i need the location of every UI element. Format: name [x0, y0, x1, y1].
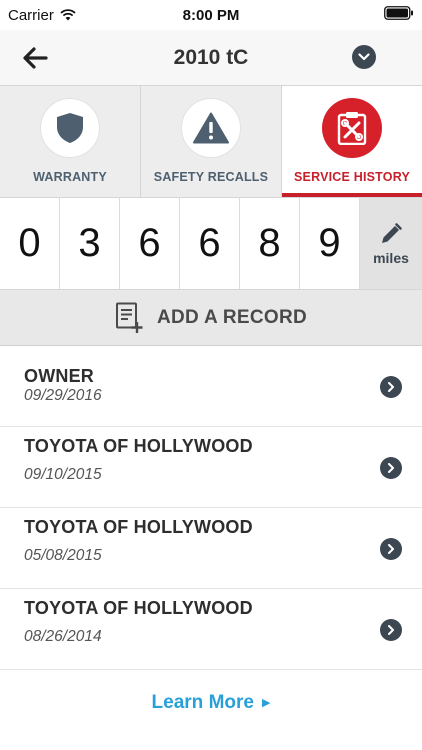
- carrier-group: Carrier: [8, 7, 76, 24]
- caret-right-icon: ▶: [261, 697, 271, 709]
- list-item[interactable]: OWNER 09/29/2016: [0, 346, 422, 427]
- chevron-right-icon[interactable]: [380, 457, 402, 479]
- tab-safety-recalls[interactable]: SAFETY RECALLS: [141, 86, 282, 197]
- list-item[interactable]: TOYOTA OF HOLLYWOOD 09/10/2015: [0, 427, 422, 508]
- tab-service-history[interactable]: SERVICE HISTORY: [282, 86, 422, 197]
- record-name: TOYOTA OF HOLLYWOOD: [24, 436, 253, 456]
- carrier-label: Carrier: [8, 6, 54, 24]
- list-item[interactable]: TOYOTA OF HOLLYWOOD 08/26/2014: [0, 589, 422, 670]
- record-date: 05/08/2015: [24, 547, 102, 564]
- tab-icon-circle: [322, 98, 382, 158]
- arrow-left-icon: [23, 47, 48, 69]
- chevron-right-icon[interactable]: [380, 619, 402, 641]
- odometer-digit[interactable]: 6: [120, 198, 180, 289]
- record-name: TOYOTA OF HOLLYWOOD: [24, 517, 253, 537]
- learn-more-link[interactable]: Learn More ▶: [0, 692, 422, 714]
- vehicle-dropdown-button[interactable]: [352, 45, 376, 69]
- pencil-icon: [382, 222, 402, 243]
- tab-label-service-history: SERVICE HISTORY: [294, 170, 410, 184]
- section-tabs: WARRANTY SAFETY RECALLS SERVICE HISTORY: [0, 85, 422, 197]
- service-records-list: OWNER 09/29/2016 TOYOTA OF HOLLYWOOD 09/…: [0, 346, 422, 670]
- battery-icon: [384, 6, 414, 24]
- record-date: 08/26/2014: [24, 628, 102, 645]
- back-button[interactable]: [20, 43, 50, 73]
- status-bar: Carrier 8:00 PM: [0, 0, 422, 30]
- odometer: 0 3 6 6 8 9 miles: [0, 197, 422, 290]
- record-date: 09/29/2016: [24, 387, 102, 404]
- shield-icon: [57, 113, 83, 143]
- add-record-label: ADD A RECORD: [157, 306, 307, 328]
- tab-warranty[interactable]: WARRANTY: [0, 86, 141, 197]
- chevron-down-icon: [358, 53, 370, 61]
- tab-icon-circle: [40, 98, 100, 158]
- mileage-unit-label: miles: [373, 249, 409, 266]
- wifi-icon: [60, 9, 76, 21]
- add-record-button[interactable]: ADD A RECORD: [0, 290, 422, 346]
- record-date: 09/10/2015: [24, 466, 102, 483]
- odometer-digit[interactable]: 6: [180, 198, 240, 289]
- tools-clipboard-icon: [337, 112, 367, 145]
- odometer-digit[interactable]: 3: [60, 198, 120, 289]
- add-document-icon: [116, 302, 143, 333]
- odometer-digit[interactable]: 8: [240, 198, 300, 289]
- page-title[interactable]: 2010 tC: [174, 46, 249, 70]
- record-name: TOYOTA OF HOLLYWOOD: [24, 598, 253, 618]
- odometer-digit[interactable]: 9: [300, 198, 360, 289]
- tab-label-safety-recalls: SAFETY RECALLS: [153, 170, 269, 184]
- chevron-right-icon[interactable]: [380, 538, 402, 560]
- tab-icon-circle: [181, 98, 241, 158]
- edit-mileage-button[interactable]: miles: [360, 198, 422, 289]
- warning-icon: [193, 112, 229, 144]
- tab-label-warranty: WARRANTY: [33, 170, 107, 184]
- odometer-digit[interactable]: 0: [0, 198, 60, 289]
- navigation-bar: 2010 tC: [0, 30, 422, 85]
- record-name: OWNER: [24, 366, 94, 386]
- learn-more-label: Learn More: [151, 692, 254, 713]
- chevron-right-icon[interactable]: [380, 376, 402, 398]
- list-item[interactable]: TOYOTA OF HOLLYWOOD 05/08/2015: [0, 508, 422, 589]
